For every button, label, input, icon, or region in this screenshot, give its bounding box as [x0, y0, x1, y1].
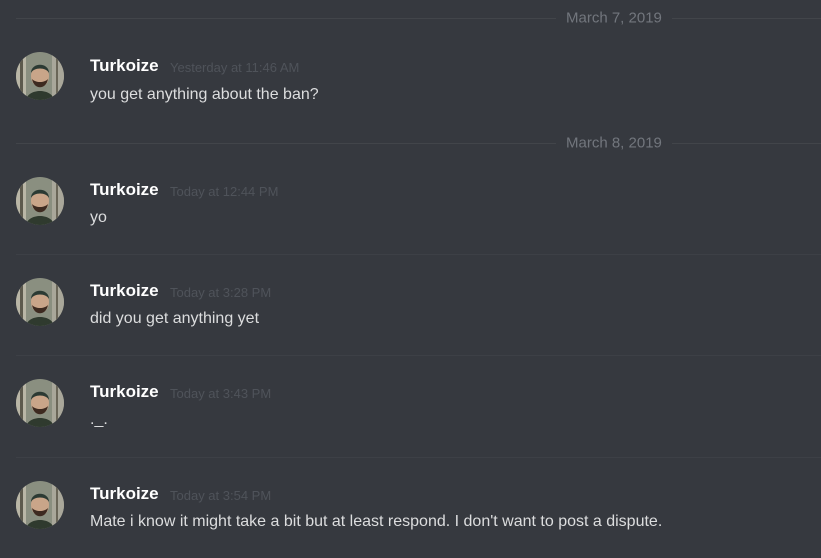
user-avatar-icon[interactable]: [16, 481, 64, 529]
message-content: did you get anything yet: [90, 310, 260, 327]
message-timestamp: Today at 3:28 PM: [170, 285, 272, 300]
divider-line: [16, 18, 821, 19]
message-content: yo: [90, 209, 107, 226]
user-avatar-icon[interactable]: [16, 379, 64, 427]
message-content: ._.: [90, 411, 108, 428]
message-timestamp: Today at 3:43 PM: [170, 386, 272, 401]
message-timestamp: Yesterday at 11:46 AM: [170, 60, 300, 75]
message-author[interactable]: Turkoize: [90, 382, 159, 402]
message-author[interactable]: Turkoize: [90, 281, 159, 301]
divider-line: [16, 143, 821, 144]
message-content: Mate i know it might take a bit but at l…: [90, 513, 663, 530]
user-avatar-icon[interactable]: [16, 177, 64, 225]
user-avatar-icon[interactable]: [16, 52, 64, 100]
message-timestamp: Today at 3:54 PM: [170, 488, 272, 503]
message-author[interactable]: Turkoize: [90, 56, 159, 76]
message-timestamp: Today at 12:44 PM: [170, 184, 279, 199]
user-avatar-icon[interactable]: [16, 278, 64, 326]
message-separator: [16, 355, 821, 356]
message-author[interactable]: Turkoize: [90, 484, 159, 504]
date-divider-label: March 8, 2019: [556, 134, 672, 152]
date-divider-label: March 7, 2019: [556, 9, 672, 27]
message-separator: [16, 457, 821, 458]
message-separator: [16, 254, 821, 255]
message-author[interactable]: Turkoize: [90, 180, 159, 200]
message-content: you get anything about the ban?: [90, 86, 319, 103]
